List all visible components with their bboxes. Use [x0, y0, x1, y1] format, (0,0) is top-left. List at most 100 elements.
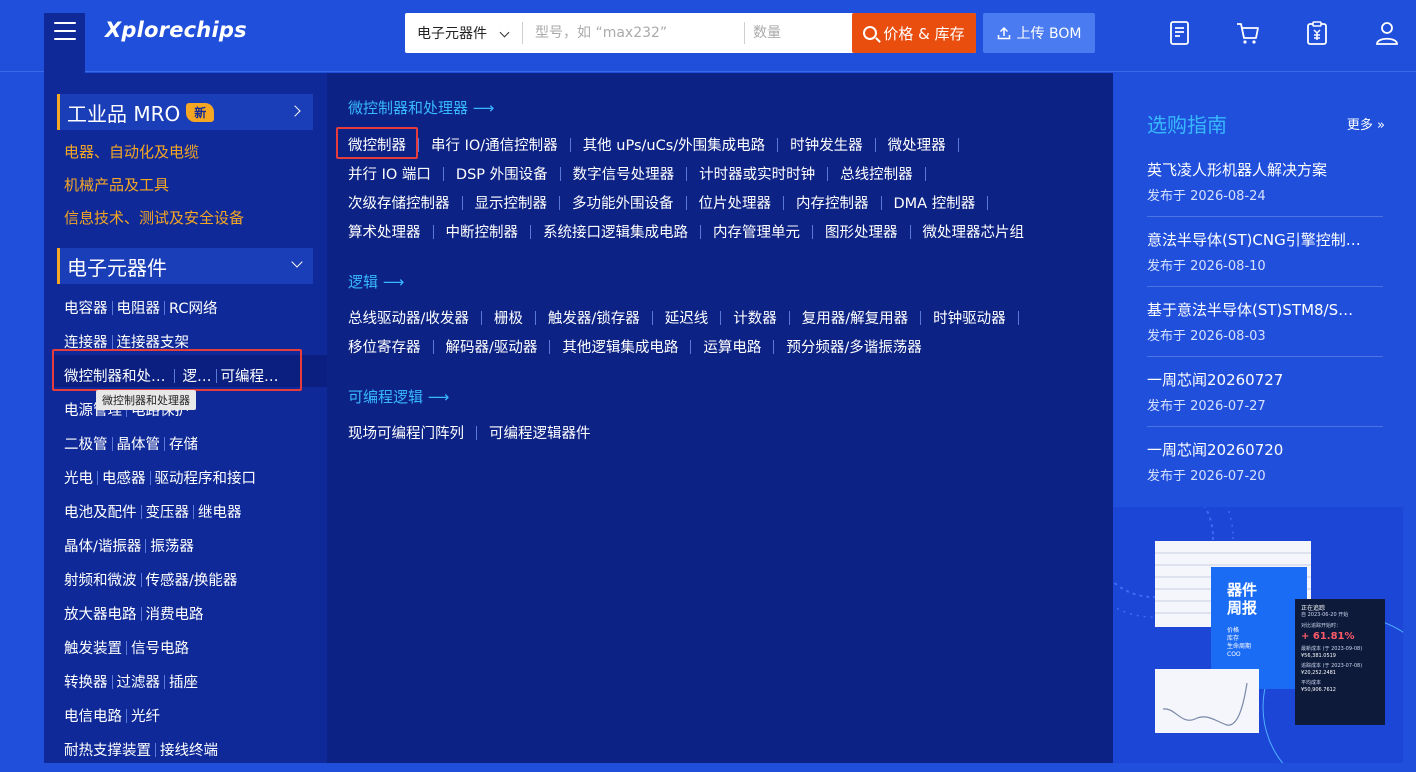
sidebar-item[interactable]: 振荡器	[150, 539, 194, 555]
sidebar-item[interactable]: 电阻器	[117, 301, 161, 317]
guide-article[interactable]: 英飞凌人形机器人解决方案 发布于 2026-08-24	[1147, 159, 1383, 217]
divider	[149, 471, 151, 485]
subcategory-link[interactable]: 可编程逻辑器件	[489, 426, 591, 442]
category-select[interactable]: 电子元器件	[405, 13, 522, 53]
sidebar-item[interactable]: 放大器电路	[64, 607, 137, 623]
subcategory-link[interactable]: 时钟发生器	[790, 138, 863, 154]
weekly-report-banner[interactable]: 器件 周报 价格 库存 生命周期 COO 正在追踪 自 2023-06-20 开…	[1113, 507, 1403, 763]
subcategory-link[interactable]: 微处理器	[888, 138, 946, 154]
subcategory-link[interactable]: 触发器/锁存器	[548, 311, 640, 327]
sidebar-item[interactable]: 射频和微波	[64, 573, 137, 589]
mro-link-electrical[interactable]: 电器、自动化及电缆	[64, 141, 199, 162]
sidebar-item[interactable]: 传感器/换能器	[146, 573, 238, 589]
subcategory-link[interactable]: 预分频器/多谐振荡器	[786, 340, 921, 356]
subcategory-link[interactable]: 多功能外围设备	[572, 196, 674, 212]
sidebar-item[interactable]: 信号电路	[131, 641, 189, 657]
subcategory-link[interactable]: 中断控制器	[446, 225, 519, 241]
subcategory-link[interactable]: 次级存储控制器	[348, 196, 450, 212]
sidebar-item[interactable]: 驱动程序和接口	[155, 471, 257, 487]
section-title-microcontrollers[interactable]: 微控制器和处理器 ⟶	[348, 97, 494, 118]
mro-header[interactable]: 工业品 MRO 新	[57, 94, 313, 130]
subcategory-link[interactable]: 其他 uPs/uCs/外围集成电路	[583, 138, 765, 154]
subcategory-link[interactable]: 其他逻辑集成电路	[562, 340, 678, 356]
sidebar-item[interactable]: RC网络	[169, 301, 217, 317]
sidebar-item[interactable]: 二极管	[64, 437, 108, 453]
mro-link-it-test[interactable]: 信息技术、测试及安全设备	[64, 207, 244, 228]
sidebar-item[interactable]: 耐热支撑装置	[64, 743, 151, 759]
guide-article[interactable]: 基于意法半导体(ST)STM8/S… 发布于 2026-08-03	[1147, 299, 1383, 357]
guide-more-link[interactable]: 更多 »	[1347, 114, 1385, 133]
section-title-logic[interactable]: 逻辑 ⟶	[348, 271, 404, 292]
guide-article[interactable]: 一周芯闻20260720 发布于 2026-07-20	[1147, 439, 1383, 487]
highlight-box	[52, 349, 302, 391]
divider	[773, 340, 775, 354]
subcategory-link[interactable]: 计数器	[733, 311, 777, 327]
user-icon[interactable]	[1375, 20, 1399, 46]
sidebar-item[interactable]: 电容器	[64, 301, 108, 317]
subcategory-link[interactable]: 移位寄存器	[348, 340, 421, 356]
subcategory-link[interactable]: 总线控制器	[840, 167, 913, 183]
part-number-input[interactable]	[523, 13, 744, 53]
sidebar-item[interactable]: 触发装置	[64, 641, 122, 657]
sidebar-item[interactable]: 晶体/谐振器	[64, 539, 141, 555]
sidebar-item[interactable]: 接线终端	[160, 743, 218, 759]
subcategory-link[interactable]: 微处理器芯片组	[923, 225, 1025, 241]
subcategory-link[interactable]: 并行 IO 端口	[348, 167, 431, 183]
divider	[140, 505, 142, 519]
guide-article[interactable]: 一周芯闻20260727 发布于 2026-07-27	[1147, 369, 1383, 427]
order-clipboard-icon[interactable]	[1305, 20, 1329, 46]
subcategory-link[interactable]: 系统接口逻辑集成电路	[543, 225, 688, 241]
subcategory-link[interactable]: 串行 IO/通信控制器	[431, 138, 558, 154]
subcategory-link[interactable]: 内存控制器	[796, 196, 869, 212]
cart-icon[interactable]	[1236, 20, 1260, 46]
sidebar-item[interactable]: 转换器	[64, 675, 108, 691]
sidebar-item[interactable]: 继电器	[198, 505, 242, 521]
subcategory-link[interactable]: 位片处理器	[699, 196, 772, 212]
section-title-programmable-logic[interactable]: 可编程逻辑 ⟶	[348, 386, 449, 407]
subcategory-link[interactable]: 图形处理器	[825, 225, 898, 241]
subcategory-link[interactable]: 复用器/解复用器	[802, 311, 908, 327]
subcategory-link[interactable]: 解码器/驱动器	[446, 340, 538, 356]
sidebar-item[interactable]: 电感器	[102, 471, 146, 487]
sidebar-item[interactable]: 光电	[64, 471, 93, 487]
subcategory-panel: 微控制器和处理器 ⟶ 微控制器 串行 IO/通信控制器 其他 uPs/uCs/外围集…	[327, 73, 1113, 763]
chevron-down-icon	[499, 27, 510, 38]
sidebar-item[interactable]: 插座	[169, 675, 198, 691]
banner-title-line: 器件	[1227, 581, 1258, 599]
price-stock-search-button[interactable]: 价格 & 库存	[852, 13, 976, 53]
divider	[559, 196, 560, 210]
quantity-input[interactable]	[745, 13, 853, 53]
components-header[interactable]: 电子元器件	[57, 248, 313, 284]
subcategory-link[interactable]: 算术处理器	[348, 225, 421, 241]
divider	[880, 196, 882, 210]
quote-list-icon[interactable]	[1168, 20, 1192, 46]
subcategory-link[interactable]: DMA 控制器	[894, 196, 976, 212]
subcategory-link[interactable]: 现场可编程门阵列	[348, 426, 464, 442]
sidebar-item[interactable]: 光纤	[131, 709, 160, 725]
site-logo[interactable]: Xplorechips	[105, 18, 247, 42]
sidebar-item[interactable]: 存储	[169, 437, 198, 453]
subcategory-link[interactable]: 计时器或实时时钟	[699, 167, 815, 183]
sidebar-item[interactable]: 晶体管	[117, 437, 161, 453]
subcategory-link[interactable]: 内存管理单元	[713, 225, 800, 241]
subcategory-link[interactable]: 显示控制器	[475, 196, 548, 212]
sidebar-item[interactable]: 过滤器	[117, 675, 161, 691]
divider	[700, 225, 701, 239]
guide-article[interactable]: 意法半导体(ST)CNG引擎控制… 发布于 2026-08-10	[1147, 229, 1383, 287]
subcategory-link[interactable]: 时钟驱动器	[933, 311, 1006, 327]
sidebar-item[interactable]: 变压器	[146, 505, 190, 521]
sidebar-item[interactable]: 消费电路	[146, 607, 204, 623]
mro-link-mechanical[interactable]: 机械产品及工具	[64, 174, 169, 195]
sidebar-item[interactable]: 电池及配件	[64, 505, 137, 521]
upload-bom-button[interactable]: 上传 BOM	[983, 13, 1095, 53]
menu-button[interactable]	[44, 13, 85, 73]
subcategory-link[interactable]: 总线驱动器/收发器	[348, 311, 469, 327]
sidebar-item[interactable]: 电信电路	[64, 709, 122, 725]
subcategory-link[interactable]: 栅极	[494, 311, 523, 327]
subcategory-link[interactable]: DSP 外围设备	[456, 167, 548, 183]
divider	[924, 167, 926, 181]
subcategory-link[interactable]: 延迟线	[665, 311, 709, 327]
upload-bom-label: 上传 BOM	[1016, 26, 1082, 42]
subcategory-link[interactable]: 运算电路	[703, 340, 761, 356]
subcategory-link[interactable]: 数字信号处理器	[573, 167, 675, 183]
